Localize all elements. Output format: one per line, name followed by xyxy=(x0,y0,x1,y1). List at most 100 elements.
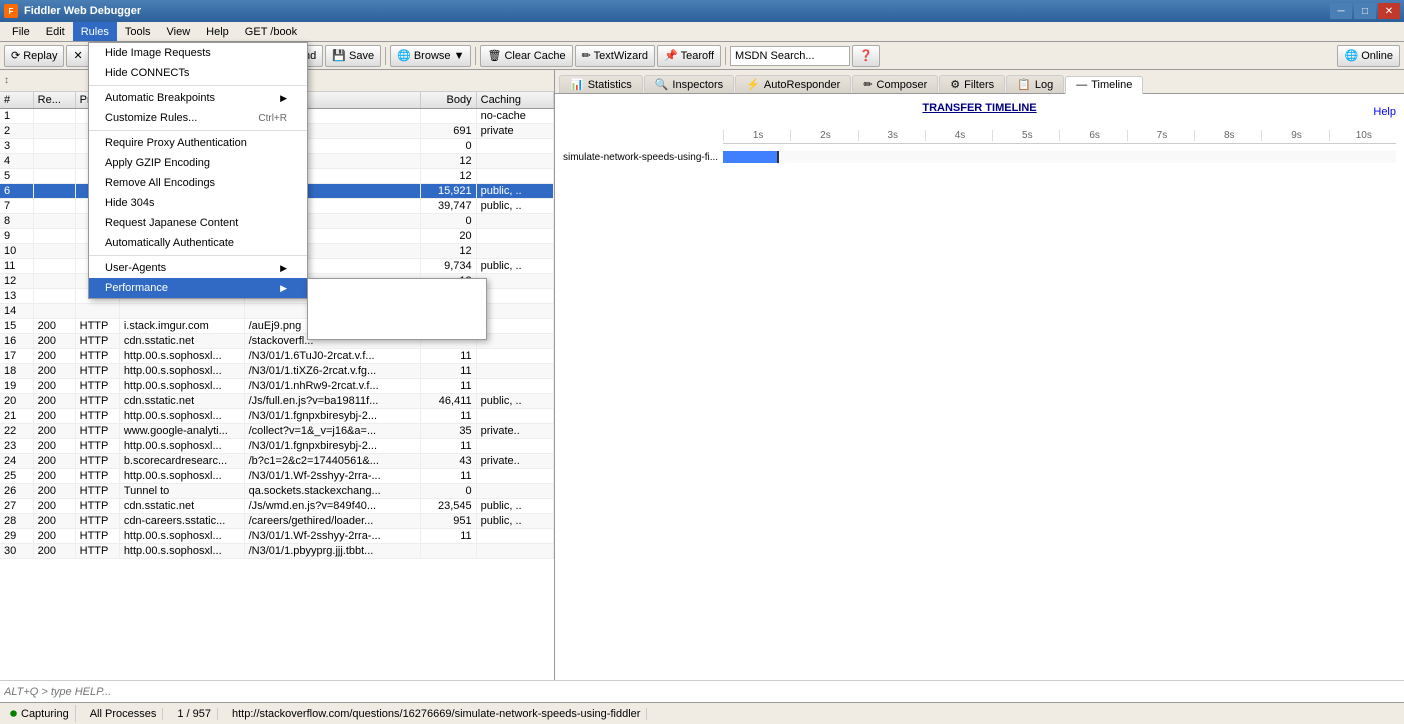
text-wizard-button[interactable]: ✏ TextWizard xyxy=(575,45,655,67)
command-input[interactable] xyxy=(4,686,1400,698)
tab-inspectors[interactable]: 🔍 Inspectors xyxy=(644,75,734,93)
tick-5s: 5s xyxy=(992,130,1059,141)
cell-host: http.00.s.sophosxl... xyxy=(119,364,244,379)
cell-result xyxy=(33,304,75,319)
rules-performance[interactable]: Performance ▶ Simulate Modem Speeds Disa… xyxy=(89,278,307,298)
table-row[interactable]: 21 200 HTTP http.00.s.sophosxl... /N3/01… xyxy=(0,409,554,424)
rules-remove-encodings[interactable]: Remove All Encodings xyxy=(89,173,307,193)
table-row[interactable]: 30 200 HTTP http.00.s.sophosxl... /N3/01… xyxy=(0,544,554,559)
cell-result: 200 xyxy=(33,364,75,379)
cell-caching xyxy=(476,439,553,454)
replay-button[interactable]: ⟳ Replay xyxy=(4,45,64,67)
cell-url: /Js/full.en.js?v=ba19811f... xyxy=(244,394,421,409)
separator-rules-1 xyxy=(89,85,307,86)
tab-timeline[interactable]: — Timeline xyxy=(1065,76,1143,94)
rules-customize[interactable]: Customize Rules... Ctrl+R xyxy=(89,108,307,128)
tick-8s: 8s xyxy=(1194,130,1261,141)
tab-log[interactable]: 📋 Log xyxy=(1006,75,1064,93)
table-row[interactable]: 26 200 HTTP Tunnel to qa.sockets.stackex… xyxy=(0,484,554,499)
autoresponder-icon: ⚡ xyxy=(746,78,760,91)
cell-host: i.stack.imgur.com xyxy=(119,319,244,334)
cell-result: 200 xyxy=(33,529,75,544)
menu-edit[interactable]: Edit xyxy=(38,22,73,41)
tab-autoresponder[interactable]: ⚡ AutoResponder xyxy=(735,75,851,93)
tab-statistics[interactable]: 📊 Statistics xyxy=(559,75,643,93)
rules-hide-image[interactable]: Hide Image Requests xyxy=(89,43,307,63)
table-row[interactable]: 25 200 HTTP http.00.s.sophosxl... /N3/01… xyxy=(0,469,554,484)
cell-result xyxy=(33,259,75,274)
table-row[interactable]: 27 200 HTTP cdn.sstatic.net /Js/wmd.en.j… xyxy=(0,499,554,514)
rules-user-agents[interactable]: User-Agents ▶ xyxy=(89,258,307,278)
cell-proto xyxy=(75,304,119,319)
status-capturing: ⏺ Capturing xyxy=(4,705,76,722)
help-icon-button[interactable]: ❓ xyxy=(852,45,880,67)
cell-caching xyxy=(476,244,553,259)
cell-proto: HTTP xyxy=(75,529,119,544)
cell-num: 14 xyxy=(0,304,33,319)
cell-caching: public, .. xyxy=(476,184,553,199)
rules-auto-breakpoints[interactable]: Automatic Breakpoints ▶ xyxy=(89,88,307,108)
rules-gzip[interactable]: Apply GZIP Encoding xyxy=(89,153,307,173)
table-row[interactable]: 19 200 HTTP http.00.s.sophosxl... /N3/01… xyxy=(0,379,554,394)
rules-japanese[interactable]: Request Japanese Content xyxy=(89,213,307,233)
clear-cache-button[interactable]: 🗑 Clear Cache xyxy=(480,45,572,67)
cell-url: /N3/01/1.tiXZ6-2rcat.v.fg... xyxy=(244,364,421,379)
cell-caching xyxy=(476,289,553,304)
table-row[interactable]: 23 200 HTTP http.00.s.sophosxl... /N3/01… xyxy=(0,439,554,454)
col-header-num: # xyxy=(0,92,33,109)
col-header-result: Re... xyxy=(33,92,75,109)
menu-help[interactable]: Help xyxy=(198,22,237,41)
online-button[interactable]: 🌐 Online xyxy=(1337,45,1400,67)
minimize-button[interactable]: ─ xyxy=(1330,3,1352,19)
table-row[interactable]: 17 200 HTTP http.00.s.sophosxl... /N3/01… xyxy=(0,349,554,364)
table-row[interactable]: 28 200 HTTP cdn-careers.sstatic... /care… xyxy=(0,514,554,529)
table-row[interactable]: 20 200 HTTP cdn.sstatic.net /Js/full.en.… xyxy=(0,394,554,409)
cell-result: 200 xyxy=(33,454,75,469)
cell-num: 13 xyxy=(0,289,33,304)
table-row[interactable]: 24 200 HTTP b.scorecardresearc... /b?c1=… xyxy=(0,454,554,469)
timeline-marker xyxy=(777,151,779,163)
cell-result: 200 xyxy=(33,544,75,559)
timeline-bar xyxy=(723,151,777,163)
cell-num: 8 xyxy=(0,214,33,229)
cell-result xyxy=(33,289,75,304)
rules-auto-auth[interactable]: Automatically Authenticate xyxy=(89,233,307,253)
tearoff-button[interactable]: 📌 Tearoff xyxy=(657,45,721,67)
menu-rules[interactable]: Rules xyxy=(73,22,117,41)
menu-tools[interactable]: Tools xyxy=(117,22,159,41)
cell-body xyxy=(421,544,476,559)
cell-caching: public, .. xyxy=(476,514,553,529)
menu-view[interactable]: View xyxy=(159,22,199,41)
app-title: Fiddler Web Debugger xyxy=(24,5,141,17)
rules-proxy-auth[interactable]: Require Proxy Authentication xyxy=(89,133,307,153)
cell-proto: HTTP xyxy=(75,454,119,469)
menu-get-book[interactable]: GET /book xyxy=(237,22,305,41)
close-button[interactable]: ✕ xyxy=(1378,3,1400,19)
table-row[interactable]: 18 200 HTTP http.00.s.sophosxl... /N3/01… xyxy=(0,364,554,379)
rules-hide-connects[interactable]: Hide CONNECTs xyxy=(89,63,307,83)
perf-cache-fresh[interactable]: Cache Always Fresh xyxy=(308,319,486,339)
timeline-help-link[interactable]: Help xyxy=(1373,106,1396,118)
menu-file[interactable]: File xyxy=(4,22,38,41)
save-button[interactable]: 💾 Save xyxy=(325,45,381,67)
tab-filters[interactable]: ⚙ Filters xyxy=(939,75,1005,93)
perf-disable-caching[interactable]: Disable Caching xyxy=(308,299,486,319)
cell-result xyxy=(33,274,75,289)
perf-simulate-modem[interactable]: Simulate Modem Speeds xyxy=(308,279,486,299)
cell-url: /careers/gethired/loader... xyxy=(244,514,421,529)
cell-caching xyxy=(476,469,553,484)
maximize-button[interactable]: □ xyxy=(1354,3,1376,19)
table-row[interactable]: 22 200 HTTP www.google-analyti... /colle… xyxy=(0,424,554,439)
cell-caching xyxy=(476,319,553,334)
cell-num: 9 xyxy=(0,229,33,244)
clear-cache-icon: 🗑 xyxy=(487,49,501,62)
msdn-search-input[interactable] xyxy=(730,46,850,66)
tab-composer[interactable]: ✏ Composer xyxy=(852,75,938,93)
browse-button[interactable]: 🌐 Browse ▼ xyxy=(390,45,471,67)
cell-caching xyxy=(476,364,553,379)
cell-num: 29 xyxy=(0,529,33,544)
table-row[interactable]: 29 200 HTTP http.00.s.sophosxl... /N3/01… xyxy=(0,529,554,544)
remove-button[interactable]: ✕ xyxy=(66,45,89,67)
rules-hide-304[interactable]: Hide 304s xyxy=(89,193,307,213)
cell-caching xyxy=(476,214,553,229)
